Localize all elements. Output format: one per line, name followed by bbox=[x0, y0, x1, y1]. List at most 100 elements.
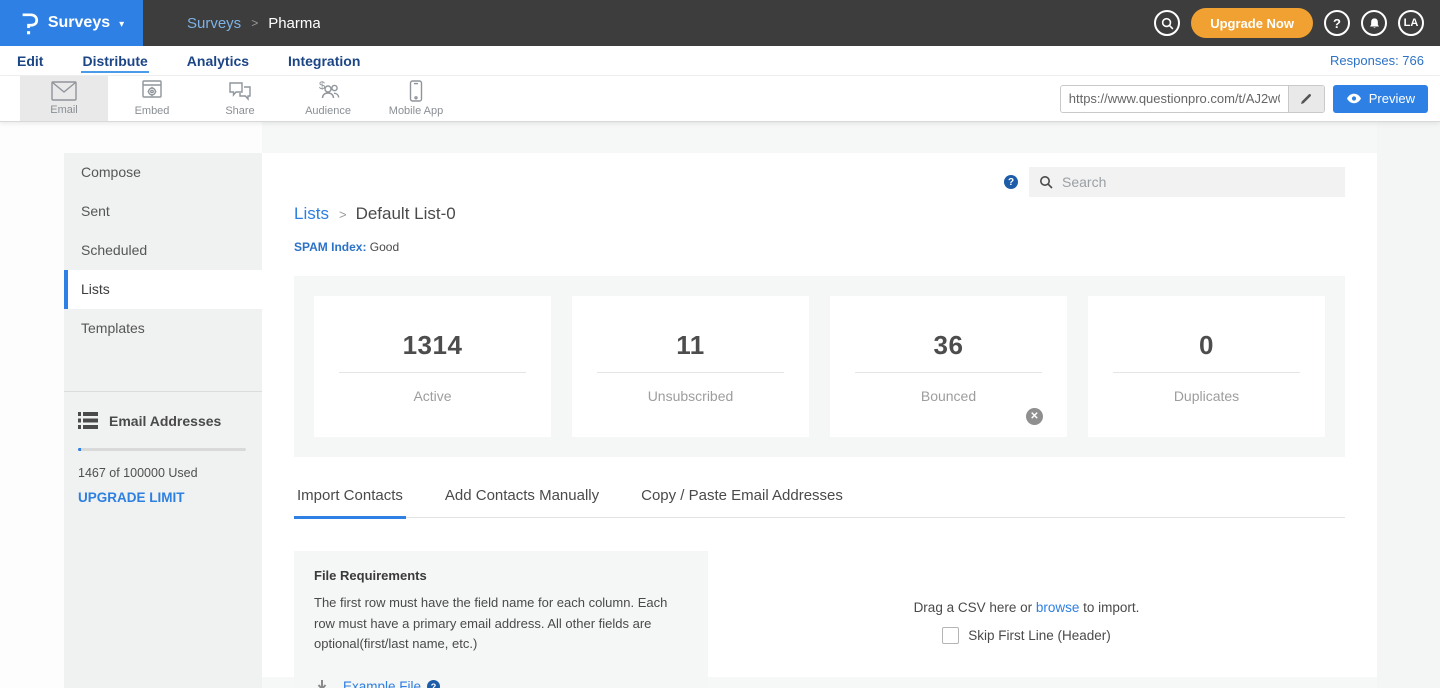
sidebar-item-sent[interactable]: Sent bbox=[64, 192, 262, 231]
csv-drop-zone[interactable]: Drag a CSV here or browse to import. Ski… bbox=[708, 551, 1345, 688]
list-stats-panel: 1314 Active 11 Unsubscribed 36 Bounced ✕ bbox=[294, 276, 1345, 457]
list-icon bbox=[78, 412, 98, 429]
toolbar-item-email[interactable]: Email bbox=[20, 76, 108, 121]
email-icon bbox=[51, 81, 77, 101]
skip-first-line-checkbox[interactable] bbox=[942, 627, 959, 644]
file-requirements-title: File Requirements bbox=[314, 568, 688, 583]
questionpro-logo-icon bbox=[19, 11, 39, 35]
svg-text:$: $ bbox=[319, 80, 325, 92]
search-box bbox=[1029, 167, 1345, 197]
page-body: Compose Sent Scheduled Lists Templates E… bbox=[0, 122, 1440, 688]
toolbar-item-audience[interactable]: $ Audience bbox=[284, 76, 372, 121]
sidebar-item-scheduled[interactable]: Scheduled bbox=[64, 231, 262, 270]
example-file-label: Example File bbox=[343, 679, 421, 688]
drag-text-post: to import. bbox=[1079, 600, 1139, 615]
usage-progress-bar bbox=[78, 448, 246, 451]
contacts-tabs: Import Contacts Add Contacts Manually Co… bbox=[294, 487, 1345, 518]
notifications-bell-icon[interactable] bbox=[1361, 10, 1387, 36]
stat-label: Bounced bbox=[921, 388, 976, 404]
drag-csv-text: Drag a CSV here or browse to import. bbox=[914, 600, 1140, 615]
responses-count[interactable]: Responses: 766 bbox=[1330, 53, 1424, 68]
toolbar-item-label: Mobile App bbox=[389, 105, 443, 117]
toolbar-item-embed[interactable]: Embed bbox=[108, 76, 196, 121]
tab-add-contacts-manually[interactable]: Add Contacts Manually bbox=[442, 487, 602, 519]
survey-breadcrumb: Surveys > Pharma bbox=[143, 0, 320, 46]
example-file-link[interactable]: Example File ? bbox=[343, 679, 440, 688]
stat-value: 1314 bbox=[403, 330, 463, 361]
upgrade-limit-link[interactable]: UPGRADE LIMIT bbox=[78, 490, 246, 505]
stat-divider bbox=[339, 372, 526, 373]
search-input[interactable] bbox=[1062, 174, 1335, 190]
tab-integration[interactable]: Integration bbox=[287, 49, 361, 73]
help-icon[interactable]: ? bbox=[1324, 10, 1350, 36]
stat-card-duplicates[interactable]: 0 Duplicates bbox=[1088, 296, 1325, 437]
list-breadcrumb: Lists > Default List-0 bbox=[294, 204, 1345, 224]
stat-label: Duplicates bbox=[1174, 388, 1239, 404]
example-file-row: Example File ? bbox=[314, 679, 688, 688]
stat-card-bounced[interactable]: 36 Bounced ✕ bbox=[830, 296, 1067, 437]
stat-divider bbox=[597, 372, 784, 373]
stat-card-unsubscribed[interactable]: 11 Unsubscribed bbox=[572, 296, 809, 437]
stat-label: Unsubscribed bbox=[648, 388, 734, 404]
lists-panel: ? Lists > Default List-0 SPAM Index: Goo… bbox=[262, 153, 1377, 677]
product-menu[interactable]: Surveys ▾ bbox=[0, 0, 143, 46]
tab-copy-paste-email-addresses[interactable]: Copy / Paste Email Addresses bbox=[638, 487, 846, 519]
toolbar-item-label: Share bbox=[225, 105, 254, 117]
stat-label: Active bbox=[413, 388, 451, 404]
example-file-help-icon[interactable]: ? bbox=[427, 680, 440, 688]
import-contacts-body: File Requirements The first row must hav… bbox=[294, 551, 1345, 688]
toolbar-item-mobile-app[interactable]: Mobile App bbox=[372, 76, 460, 121]
toolbar-item-share[interactable]: Share bbox=[196, 76, 284, 121]
preview-button[interactable]: Preview bbox=[1333, 85, 1428, 113]
toolbar-right: Preview bbox=[1060, 76, 1440, 121]
spam-index-value: Good bbox=[370, 240, 399, 254]
stat-value: 0 bbox=[1199, 330, 1214, 361]
audience-icon: $ bbox=[315, 80, 341, 102]
stat-divider bbox=[855, 372, 1042, 373]
tab-distribute[interactable]: Distribute bbox=[81, 49, 148, 73]
tab-edit[interactable]: Edit bbox=[16, 49, 44, 73]
sidebar-item-compose[interactable]: Compose bbox=[64, 153, 262, 192]
magnifier-icon bbox=[1039, 175, 1053, 189]
preview-label: Preview bbox=[1369, 91, 1415, 106]
caret-down-icon: ▾ bbox=[119, 19, 124, 30]
file-requirements-text: The first row must have the field name f… bbox=[314, 593, 676, 655]
email-addresses-title: Email Addresses bbox=[109, 413, 221, 429]
breadcrumb-survey-title: Pharma bbox=[268, 15, 320, 32]
survey-nav: Edit Distribute Analytics Integration Re… bbox=[0, 46, 1440, 76]
distribute-toolbar: Email Embed Share $ Audience Mobile bbox=[0, 76, 1440, 122]
survey-url-input[interactable] bbox=[1061, 86, 1288, 112]
browse-link[interactable]: browse bbox=[1036, 600, 1080, 615]
stat-value: 36 bbox=[934, 330, 964, 361]
sidebar-item-templates[interactable]: Templates bbox=[64, 309, 262, 348]
block-bounced-icon[interactable]: ✕ bbox=[1026, 408, 1043, 425]
search-help-icon[interactable]: ? bbox=[1004, 175, 1018, 189]
usage-text: 1467 of 100000 Used bbox=[78, 466, 246, 480]
list-search-row: ? bbox=[294, 153, 1345, 197]
pencil-icon bbox=[1299, 92, 1313, 106]
embed-icon bbox=[141, 80, 163, 102]
search-icon[interactable] bbox=[1154, 10, 1180, 36]
right-gutter bbox=[1377, 122, 1440, 688]
tab-analytics[interactable]: Analytics bbox=[186, 49, 250, 73]
skip-first-line-label: Skip First Line (Header) bbox=[968, 628, 1111, 643]
sidebar-item-lists[interactable]: Lists bbox=[64, 270, 262, 309]
avatar[interactable]: LA bbox=[1398, 10, 1424, 36]
toolbar-item-label: Audience bbox=[305, 105, 351, 117]
edit-url-button[interactable] bbox=[1288, 86, 1324, 112]
tab-import-contacts[interactable]: Import Contacts bbox=[294, 487, 406, 519]
toolbar-item-label: Email bbox=[50, 104, 78, 116]
stat-card-active[interactable]: 1314 Active bbox=[314, 296, 551, 437]
survey-url-group bbox=[1060, 85, 1325, 113]
left-gutter bbox=[0, 122, 64, 688]
sidebar-spacer bbox=[64, 348, 262, 391]
app-window: Surveys ▾ Surveys > Pharma Upgrade Now ?… bbox=[0, 0, 1440, 688]
breadcrumb-separator: > bbox=[251, 16, 258, 30]
eye-icon bbox=[1346, 93, 1362, 104]
breadcrumb-lists-link[interactable]: Lists bbox=[294, 204, 329, 224]
email-addresses-block: Email Addresses 1467 of 100000 Used UPGR… bbox=[64, 391, 262, 505]
breadcrumb-surveys-link[interactable]: Surveys bbox=[187, 15, 241, 32]
topbar: Surveys ▾ Surveys > Pharma Upgrade Now ?… bbox=[0, 0, 1440, 46]
upgrade-now-button[interactable]: Upgrade Now bbox=[1191, 8, 1313, 38]
skip-first-line-row: Skip First Line (Header) bbox=[942, 627, 1111, 644]
